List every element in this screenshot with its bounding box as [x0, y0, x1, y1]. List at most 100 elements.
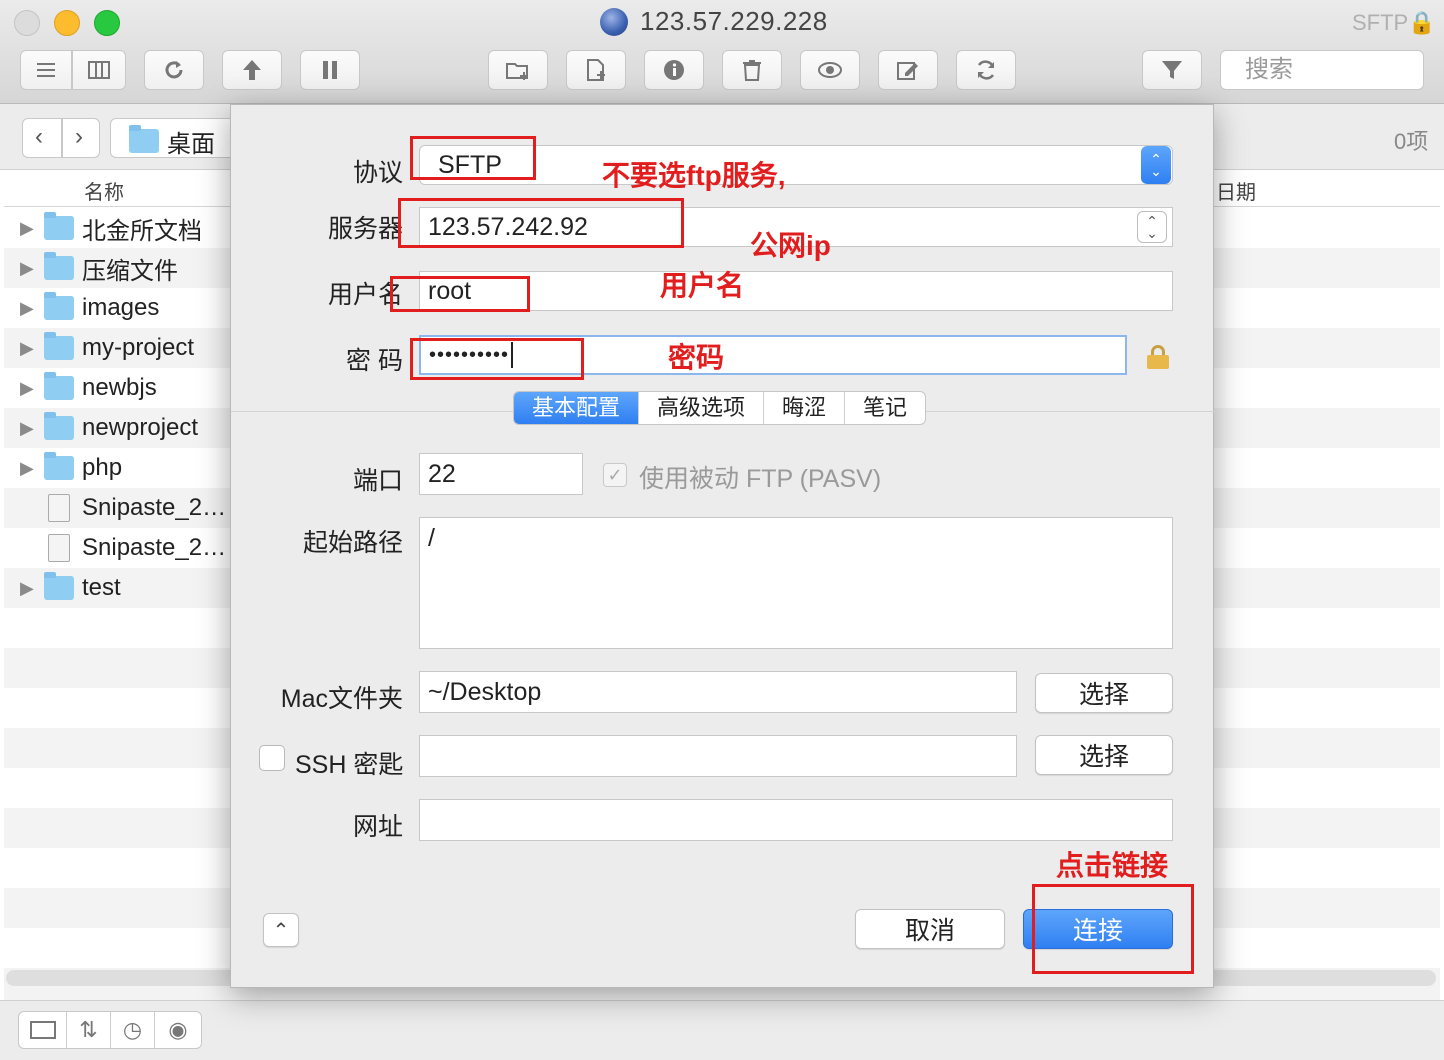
- upload-button[interactable]: [222, 50, 282, 90]
- url-label: 网址: [352, 813, 403, 841]
- chevron-right-icon: ›: [75, 123, 83, 150]
- protocol-label: 协议: [352, 159, 403, 187]
- file-row[interactable]: ▶ php: [4, 448, 230, 488]
- keychain-lock-icon[interactable]: [1147, 345, 1169, 369]
- preview-button[interactable]: [800, 50, 860, 90]
- folder-icon: [44, 292, 74, 320]
- file-row[interactable]: ▶ newproject: [4, 408, 230, 448]
- disclosure-triangle-icon[interactable]: ▶: [4, 578, 44, 599]
- file-name: newproject: [82, 414, 199, 441]
- protocol-stepper-icon[interactable]: ⌃ ⌄: [1141, 146, 1171, 184]
- file-row[interactable]: ▶ test: [4, 568, 230, 608]
- mac-folder-field[interactable]: ~/Desktop: [419, 671, 1017, 713]
- image-file-icon: [48, 534, 70, 562]
- file-row[interactable]: ▶ my-project: [4, 328, 230, 368]
- back-button[interactable]: ‹: [22, 118, 62, 158]
- filter-button[interactable]: [1142, 50, 1202, 90]
- file-row[interactable]: ▶ newbjs: [4, 368, 230, 408]
- mac-folder-label: Mac文件夹: [280, 685, 403, 713]
- folder-icon: [129, 125, 159, 153]
- ssh-key-checkbox[interactable]: [259, 745, 285, 771]
- disclosure-triangle-icon[interactable]: ▶: [4, 258, 44, 279]
- start-path-label: 起始路径: [302, 529, 403, 557]
- disclosure-triangle-icon[interactable]: ▶: [4, 378, 44, 399]
- disclosure-triangle-icon[interactable]: ▶: [4, 298, 44, 319]
- file-name: test: [82, 574, 121, 601]
- file-name: 压缩文件: [82, 257, 178, 285]
- zoom-window-button[interactable]: [94, 10, 120, 36]
- new-file-icon: [587, 59, 605, 81]
- file-row[interactable]: ▶ 压缩文件: [4, 248, 230, 288]
- folder-icon: [44, 372, 74, 400]
- sync-icon: [977, 60, 995, 80]
- edit-button[interactable]: [878, 50, 938, 90]
- new-file-button[interactable]: [566, 50, 626, 90]
- checkmark-icon: ✓: [607, 465, 623, 485]
- file-name: newbjs: [82, 374, 157, 401]
- protocol-annotation: 不要选ftp服务,: [602, 160, 786, 191]
- item-count: 0项: [1394, 129, 1429, 154]
- port-label: 端口: [352, 467, 403, 495]
- close-window-button[interactable]: [14, 10, 40, 36]
- delete-button[interactable]: [722, 50, 782, 90]
- ssh-key-field[interactable]: [419, 735, 1017, 777]
- ssh-key-label: SSH 密匙: [295, 751, 404, 779]
- status-bar: ⇅ ◷ ◉: [0, 1000, 1444, 1060]
- sync-button[interactable]: [956, 50, 1016, 90]
- disclosure-triangle-icon[interactable]: ▶: [4, 458, 44, 479]
- start-path-field[interactable]: /: [419, 517, 1173, 649]
- choose-folder-button[interactable]: 选择: [1035, 673, 1173, 713]
- column-header-name[interactable]: 名称: [84, 176, 124, 208]
- path-popup[interactable]: 桌面: [110, 118, 250, 158]
- pasv-checkbox[interactable]: ✓: [603, 463, 627, 487]
- edit-icon: [897, 62, 918, 80]
- file-row[interactable]: ▶ images: [4, 288, 230, 328]
- connect-annotation: 点击链接: [1056, 850, 1169, 881]
- port-value: 22: [428, 459, 456, 488]
- refresh-button[interactable]: [144, 50, 204, 90]
- list-view-button[interactable]: [20, 50, 72, 90]
- info-button[interactable]: [644, 50, 704, 90]
- disclosure-triangle-icon[interactable]: ▶: [4, 338, 44, 359]
- search-input[interactable]: 搜索: [1220, 50, 1424, 90]
- url-field[interactable]: [419, 799, 1173, 841]
- collapse-button[interactable]: ⌃: [263, 913, 299, 947]
- password-annotation: 密码: [668, 342, 725, 373]
- pause-button[interactable]: [300, 50, 360, 90]
- cancel-button[interactable]: 取消: [855, 909, 1005, 949]
- tab-obscure[interactable]: 晦涩: [764, 392, 846, 424]
- globe-icon: [600, 8, 628, 36]
- disclosure-triangle-icon[interactable]: ▶: [4, 218, 44, 239]
- port-field[interactable]: 22: [419, 453, 583, 495]
- bottom-preview-button[interactable]: ◉: [155, 1012, 201, 1048]
- refresh-icon: [165, 61, 183, 79]
- column-header-date[interactable]: 日期: [1216, 176, 1256, 208]
- transfers-button[interactable]: ⇅: [67, 1012, 111, 1048]
- disclosure-triangle-icon[interactable]: ▶: [4, 418, 44, 439]
- history-button[interactable]: ◷: [111, 1012, 155, 1048]
- tab-basic[interactable]: 基本配置: [514, 392, 640, 424]
- protocol-highlight-box: [410, 136, 536, 180]
- file-row[interactable]: Snipaste_2…: [4, 528, 230, 568]
- file-name: Snipaste_2…: [82, 534, 227, 561]
- sidebar-toggle-button[interactable]: [19, 1012, 67, 1048]
- column-view-button[interactable]: [72, 50, 126, 90]
- preview-icon: [818, 62, 842, 78]
- forward-button[interactable]: ›: [62, 118, 100, 158]
- folder-icon: [44, 572, 74, 600]
- server-stepper-icon[interactable]: ⌃ ⌄: [1137, 211, 1167, 243]
- minimize-window-button[interactable]: [54, 10, 80, 36]
- username-highlight-box: [390, 276, 530, 312]
- tab-notes[interactable]: 笔记: [845, 392, 925, 424]
- username-field[interactable]: root: [419, 271, 1173, 311]
- file-name: php: [82, 454, 123, 481]
- file-row[interactable]: Snipaste_2…: [4, 488, 230, 528]
- tab-advanced[interactable]: 高级选项: [639, 392, 765, 424]
- mac-folder-value: ~/Desktop: [428, 677, 542, 706]
- folder-icon: [44, 212, 74, 240]
- file-row[interactable]: ▶ 北金所文档: [4, 208, 230, 248]
- choose-ssh-key-button[interactable]: 选择: [1035, 735, 1173, 775]
- new-folder-button[interactable]: [488, 50, 548, 90]
- clock-icon: ◷: [122, 1017, 143, 1042]
- server-label: 服务器: [327, 215, 403, 243]
